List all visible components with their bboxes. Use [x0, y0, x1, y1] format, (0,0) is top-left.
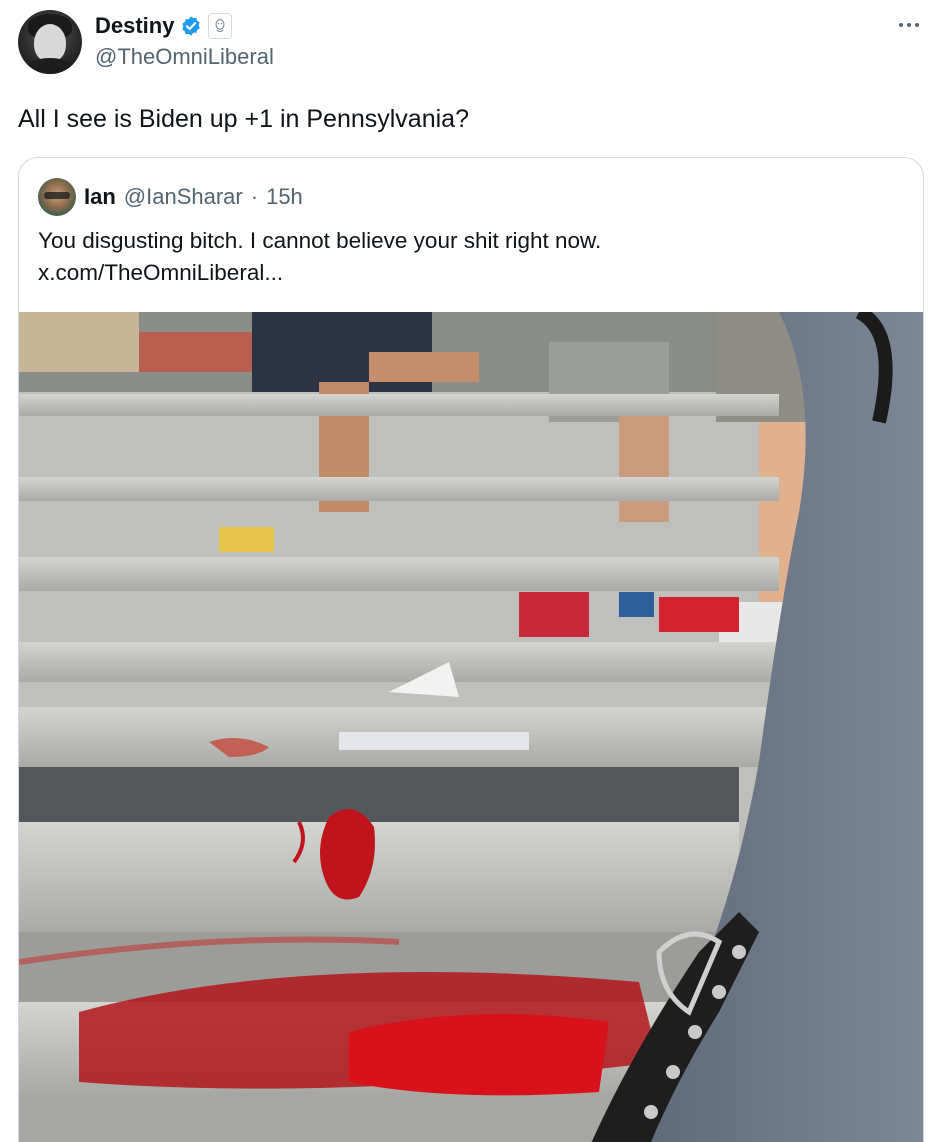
quoted-avatar[interactable]	[38, 178, 76, 216]
quoted-separator: ·	[250, 184, 259, 209]
verified-badge-icon[interactable]	[180, 15, 202, 37]
quoted-handle[interactable]: @IanSharar	[124, 184, 243, 210]
author-display-name[interactable]: Destiny	[95, 13, 174, 39]
tweet: Destiny @TheOmniLiberal All I see is Bid…	[0, 0, 944, 1142]
author-name-row: Destiny	[95, 11, 233, 41]
quoted-text: You disgusting bitch. I cannot believe y…	[38, 225, 898, 289]
more-dots-icon[interactable]	[892, 8, 926, 42]
tweet-text: All I see is Biden up +1 in Pennsylvania…	[18, 105, 469, 133]
quoted-text-line: You disgusting bitch. I cannot believe y…	[38, 228, 602, 253]
quoted-timestamp[interactable]: 15h	[266, 184, 303, 210]
quoted-photo[interactable]	[19, 312, 923, 1142]
author-handle[interactable]: @TheOmniLiberal	[95, 44, 274, 70]
quoted-display-name[interactable]: Ian	[84, 184, 116, 210]
quoted-header: Ian @IanSharar · 15h	[38, 178, 303, 216]
author-avatar[interactable]	[18, 10, 82, 74]
quoted-link[interactable]: x.com/TheOmniLiberal...	[38, 257, 898, 289]
affiliate-badge-icon[interactable]	[208, 13, 233, 39]
quoted-tweet[interactable]: Ian @IanSharar · 15h You disgusting bitc…	[18, 157, 924, 1142]
